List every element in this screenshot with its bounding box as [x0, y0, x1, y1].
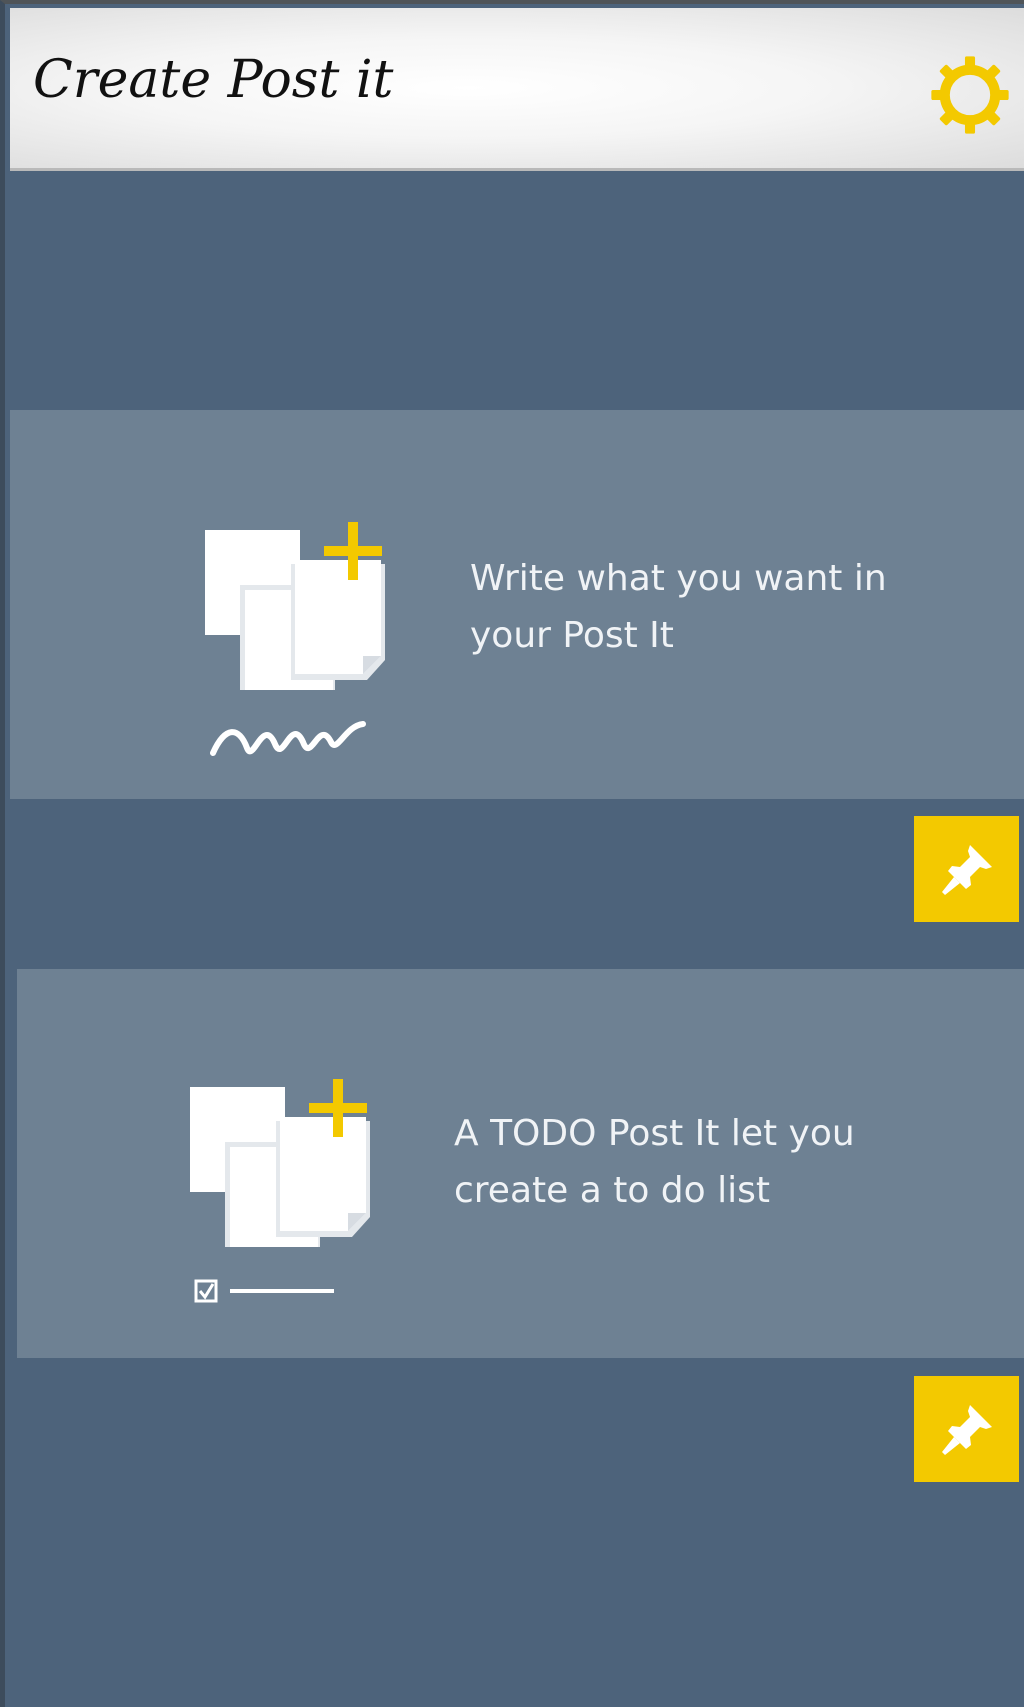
new-note-write-icon — [205, 522, 385, 756]
page-title: Create Post it — [33, 50, 394, 110]
pin-write-post-it-button[interactable] — [914, 816, 1019, 922]
app-window: Create Post it Write what you want in yo… — [0, 0, 1024, 1707]
gear-icon[interactable] — [928, 53, 1012, 137]
write-post-it-card[interactable]: Write what you want in your Post It — [10, 410, 1024, 799]
app-header: Create Post it — [10, 8, 1024, 171]
pin-icon — [942, 1405, 992, 1455]
todo-post-it-description: A TODO Post It let you create a to do li… — [454, 1113, 855, 1211]
write-post-it-description: Write what you want in your Post It — [470, 558, 887, 656]
pin-icon — [942, 845, 992, 895]
pin-todo-post-it-button[interactable] — [914, 1376, 1019, 1482]
todo-post-it-card[interactable]: A TODO Post It let you create a to do li… — [17, 969, 1024, 1358]
new-note-todo-icon — [190, 1079, 370, 1303]
